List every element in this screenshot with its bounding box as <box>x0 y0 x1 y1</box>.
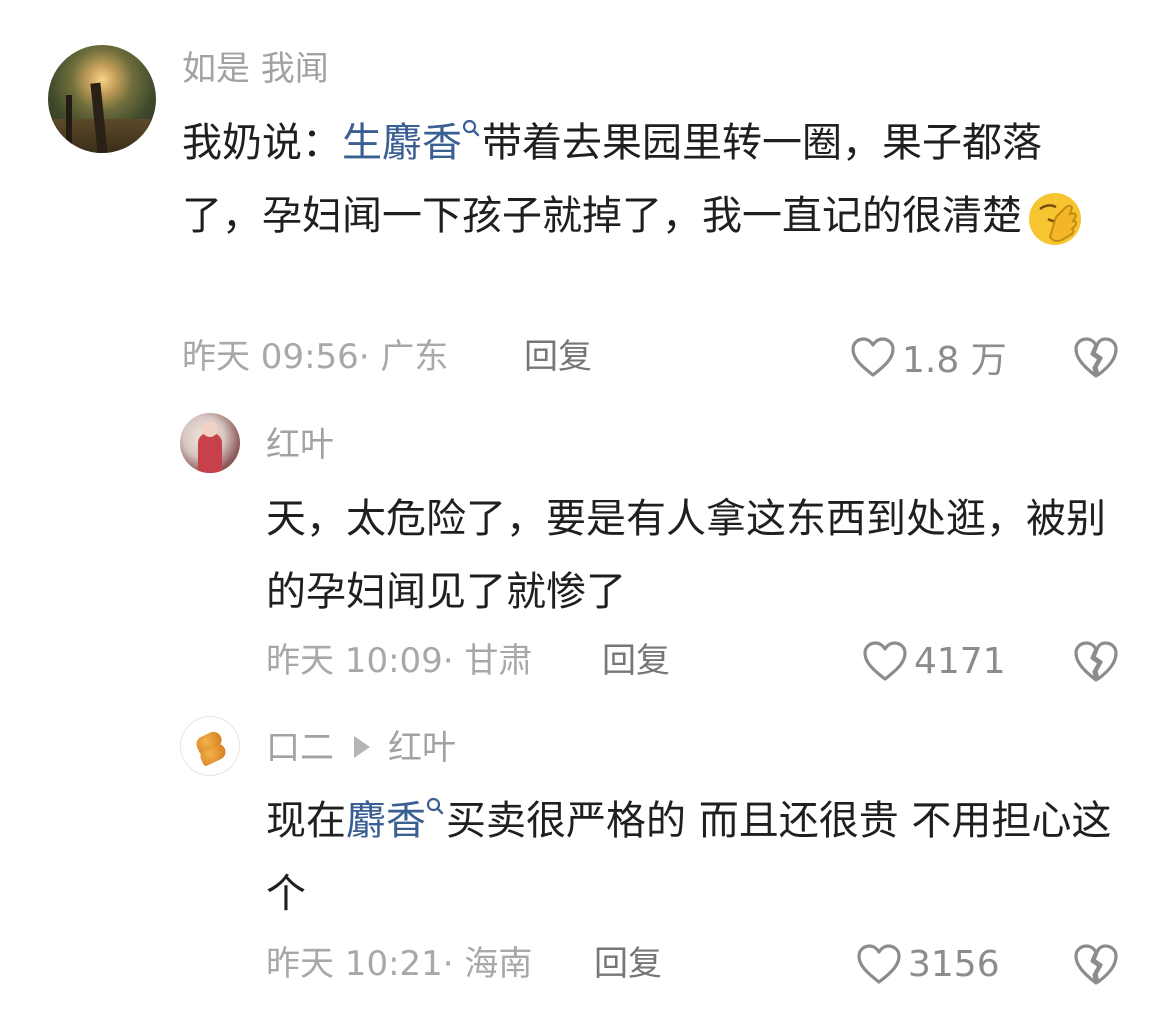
reply-username[interactable]: 红叶 <box>266 428 334 462</box>
avatar-figure <box>198 433 222 473</box>
reply-arrow-icon <box>354 735 370 758</box>
like-button[interactable]: 3156 <box>856 941 1000 987</box>
heart-outline-icon <box>857 944 901 984</box>
heart-outline-icon <box>863 641 907 681</box>
keyword-link[interactable]: 生麝香 <box>342 120 462 166</box>
reply-button[interactable]: 回复 <box>594 947 662 981</box>
reply-username[interactable]: 口二 <box>266 728 334 768</box>
comment-text: 我奶说：生麝香 带着去果园里转一圈，果子都落了，孕妇闻一下孩子就掉了，我一直记的很… <box>182 107 1117 253</box>
reply-meta: 昨天 10:21· 海南 <box>266 944 533 984</box>
dislike-button[interactable] <box>1072 638 1120 684</box>
search-icon[interactable] <box>426 797 444 821</box>
comment-meta: 昨天 09:56· 广东 <box>182 337 449 377</box>
broken-heart-icon <box>1074 337 1118 378</box>
reply-text: 现在麝香 买卖很严格的 而且还很贵 不用担心这个 <box>266 785 1126 931</box>
search-icon[interactable] <box>462 119 480 143</box>
avatar[interactable] <box>48 45 156 153</box>
reply-text-before: 现在 <box>266 798 346 844</box>
reply-button[interactable]: 回复 <box>524 340 592 374</box>
reply-to-username[interactable]: 红叶 <box>388 728 456 768</box>
like-count: 1.8 万 <box>902 340 1007 381</box>
heart-outline-icon <box>851 337 895 377</box>
keyword-link[interactable]: 麝香 <box>346 798 426 844</box>
reply-avatar[interactable] <box>180 413 240 473</box>
dislike-button[interactable] <box>1072 334 1120 380</box>
dislike-button[interactable] <box>1072 941 1120 987</box>
like-count: 3156 <box>908 943 1000 985</box>
like-button[interactable]: 4171 <box>862 638 1006 684</box>
reply-button[interactable]: 回复 <box>602 644 670 678</box>
broken-heart-icon <box>1074 641 1118 682</box>
reply-username-line: 口二 红叶 <box>266 731 456 765</box>
reply-avatar[interactable] <box>180 716 240 776</box>
reply-text: 天，太危险了，要是有人拿这东西到处逛，被别的孕妇闻见了就惨了 <box>266 496 1106 615</box>
comment-text-before: 我奶说： <box>182 120 342 166</box>
comment-username[interactable]: 如是 我闻 <box>182 52 329 86</box>
avatar-tree <box>66 95 72 153</box>
like-count: 4171 <box>914 640 1006 682</box>
avatar-head <box>202 421 218 437</box>
like-button[interactable]: 1.8 万 <box>850 334 1007 381</box>
broken-heart-icon <box>1074 944 1118 985</box>
facepalm-emoji-icon <box>1026 189 1084 247</box>
reply-meta: 昨天 10:09· 甘肃 <box>266 641 533 681</box>
